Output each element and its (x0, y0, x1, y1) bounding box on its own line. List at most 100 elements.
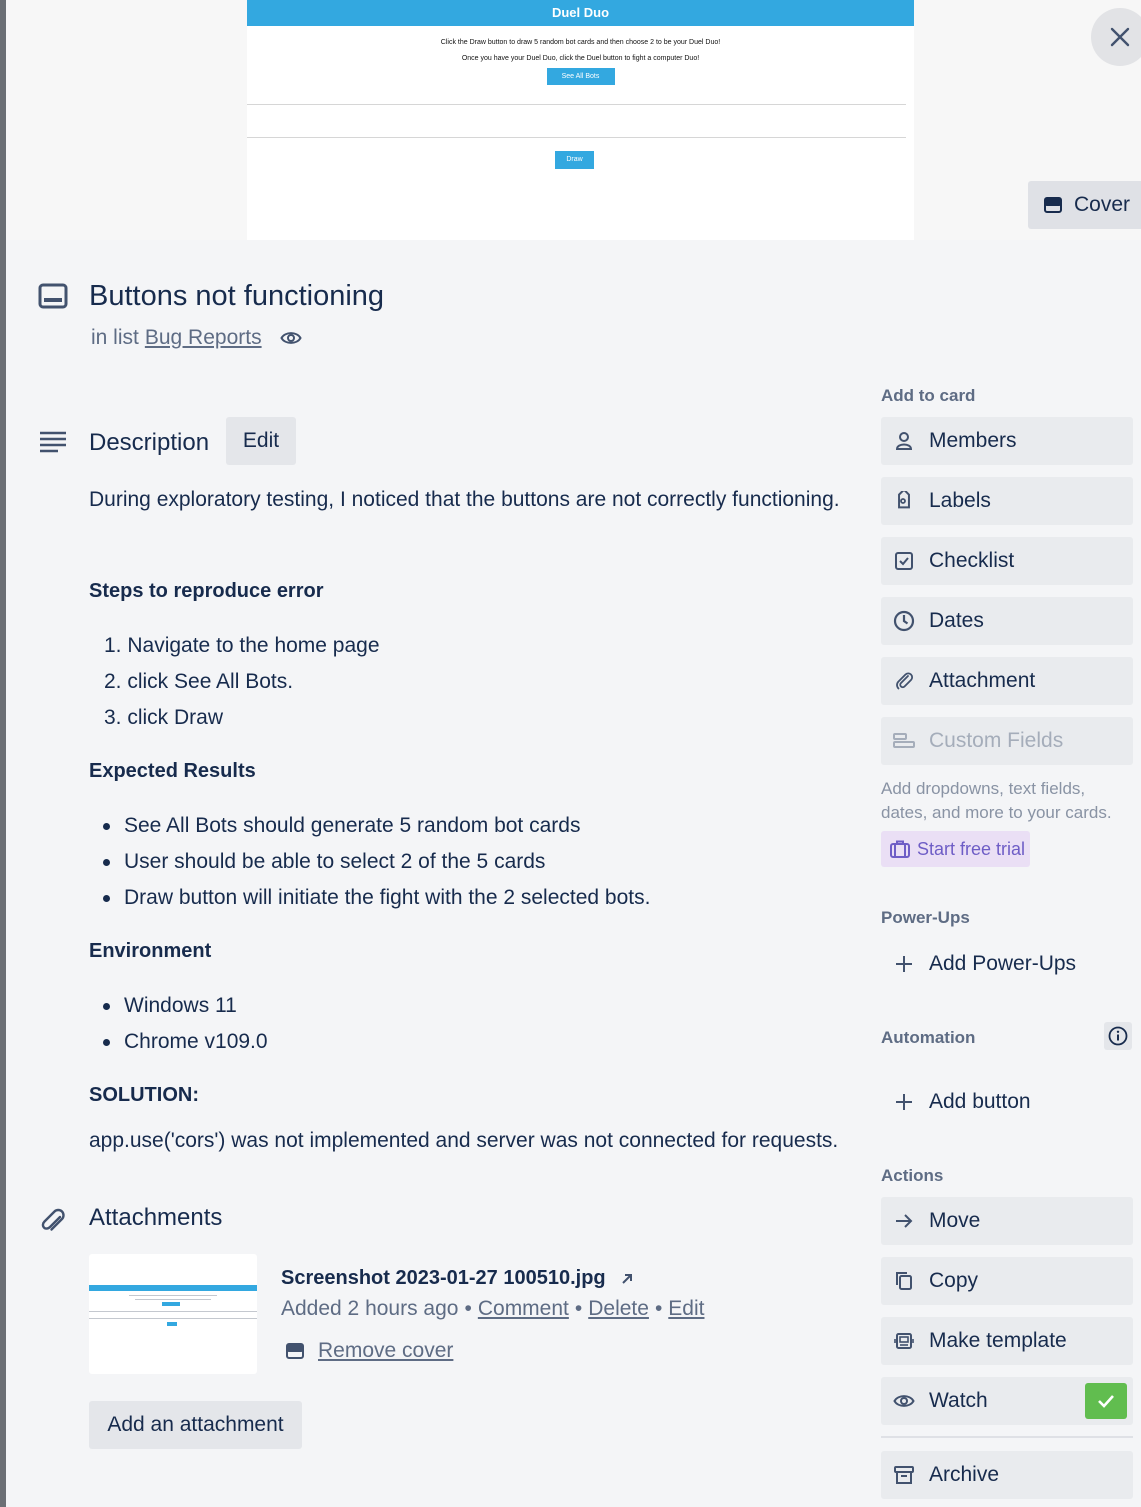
bullet (103, 859, 110, 866)
watch-button[interactable]: Watch (881, 1377, 1133, 1425)
attachment-meta: Added 2 hours ago • Comment • Delete • E… (281, 1297, 704, 1321)
add-attachment-button[interactable]: Add an attachment (89, 1401, 302, 1449)
bullet (103, 823, 110, 830)
label-tag-icon (893, 490, 915, 512)
cover-divider (247, 137, 906, 138)
separator: • (574, 1297, 583, 1320)
add-automation-button[interactable]: Add button (881, 1078, 1133, 1126)
attachment-thumbnail[interactable] (89, 1254, 257, 1374)
list-item: 2. click See All Bots. (104, 670, 294, 693)
clock-icon (893, 610, 915, 632)
labels-button[interactable]: Labels (881, 477, 1133, 525)
edit-description-button[interactable]: Edit (226, 417, 296, 465)
actions-divider (881, 1436, 1133, 1438)
solution-text: app.use('cors') was not implemented and … (89, 1129, 839, 1152)
move-label: Move (929, 1209, 981, 1232)
card-icon (38, 283, 68, 314)
add-power-ups-label: Add Power-Ups (929, 952, 1077, 975)
attachment-file[interactable]: Screenshot 2023-01-27 100510.jpg (281, 1267, 634, 1290)
cover-image[interactable]: Duel Duo Click the Draw button to draw 5… (247, 0, 914, 240)
make-template-button[interactable]: Make template (881, 1317, 1133, 1365)
cover-divider (247, 104, 906, 105)
environment-heading: Environment (89, 940, 212, 962)
thumbnail-button (167, 1322, 177, 1326)
custom-fields-button[interactable]: Custom Fields (881, 717, 1133, 765)
checkmark-icon (1085, 1383, 1127, 1419)
list-item: Draw button will initiate the fight with… (124, 886, 651, 909)
add-power-ups-button[interactable]: Add Power-Ups (881, 940, 1133, 988)
attachment-file-name[interactable]: Screenshot 2023-01-27 100510.jpg (281, 1267, 606, 1290)
labels-label: Labels (929, 489, 991, 512)
custom-fields-label: Custom Fields (929, 729, 1064, 752)
actions-heading: Actions (881, 1166, 944, 1185)
cover-instruction-2: Once you have your Duel Duo, click the D… (461, 55, 700, 62)
person-icon (893, 430, 915, 452)
in-list-prefix: in list (91, 326, 139, 349)
list-item: 3. click Draw (104, 706, 224, 729)
paperclip-icon (893, 670, 915, 692)
plus-icon (893, 953, 915, 975)
automation-heading: Automation (881, 1028, 976, 1047)
watching-eye-icon (279, 330, 302, 346)
bullet (103, 1003, 110, 1010)
card-cover: Duel Duo Click the Draw button to draw 5… (6, 0, 1141, 240)
members-label: Members (929, 429, 1017, 452)
close-button[interactable] (1091, 8, 1141, 66)
checklist-label: Checklist (929, 549, 1015, 572)
add-to-card-heading: Add to card (881, 386, 976, 405)
start-free-trial-button[interactable]: Start free trial (881, 831, 1030, 867)
bullet (103, 895, 110, 902)
description-icon (38, 430, 68, 459)
card-cover-icon (286, 1343, 304, 1359)
template-icon (893, 1330, 915, 1352)
list-item: See All Bots should generate 5 random bo… (124, 814, 581, 837)
info-icon[interactable] (1104, 1022, 1132, 1050)
delete-link[interactable]: Delete (588, 1297, 649, 1321)
start-free-trial-label: Start free trial (917, 838, 1026, 859)
checklist-button[interactable]: Checklist (881, 537, 1133, 585)
cover-draw-button: Draw (555, 151, 594, 169)
make-template-label: Make template (929, 1329, 1067, 1352)
members-button[interactable]: Members (881, 417, 1133, 465)
list-item: Chrome v109.0 (124, 1030, 268, 1053)
move-button[interactable]: Move (881, 1197, 1133, 1245)
copy-icon (893, 1270, 915, 1292)
cover-instruction-1: Click the Draw button to draw 5 random b… (440, 39, 721, 46)
bullet (103, 1039, 110, 1046)
card-cover-icon (1044, 197, 1062, 213)
attachment-label: Attachment (929, 669, 1036, 692)
attachment-added-time: Added 2 hours ago (281, 1297, 459, 1320)
solution-heading: SOLUTION: (89, 1084, 199, 1106)
expected-heading: Expected Results (89, 760, 256, 782)
custom-fields-note: Add dropdowns, text fields, dates, and m… (881, 779, 1112, 822)
arrow-right-icon (893, 1210, 915, 1232)
description-heading: Description (89, 429, 210, 456)
attachments-heading: Attachments (89, 1204, 223, 1231)
thumbnail-header (89, 1285, 257, 1291)
remove-cover-link[interactable]: Remove cover (318, 1339, 453, 1363)
cover-see-all-bots-button: See All Bots (546, 68, 615, 85)
separator: • (654, 1297, 663, 1320)
power-ups-heading: Power-Ups (881, 908, 970, 927)
eye-icon (893, 1390, 915, 1412)
dates-button[interactable]: Dates (881, 597, 1133, 645)
description-intro: During exploratory testing, I noticed th… (89, 488, 840, 511)
list-item: Windows 11 (124, 994, 237, 1017)
archive-button[interactable]: Archive (881, 1451, 1133, 1499)
list-item: User should be able to select 2 of the 5… (124, 850, 546, 873)
steps-heading: Steps to reproduce error (89, 580, 324, 602)
remove-cover[interactable]: Remove cover (286, 1339, 453, 1363)
card-title[interactable]: Buttons not functioning (89, 280, 384, 313)
briefcase-icon (889, 838, 911, 860)
archive-label: Archive (929, 1463, 1000, 1486)
comment-link[interactable]: Comment (478, 1297, 569, 1321)
copy-button[interactable]: Copy (881, 1257, 1133, 1305)
cover-button[interactable]: Cover (1028, 181, 1141, 229)
card-list-info: in list Bug Reports (91, 326, 302, 350)
thumbnail-text-line (129, 1295, 217, 1296)
thumbnail-divider (89, 1318, 257, 1319)
attachment-button[interactable]: Attachment (881, 657, 1133, 705)
edit-attachment-link[interactable]: Edit (668, 1297, 704, 1321)
watch-label: Watch (929, 1389, 988, 1412)
list-link[interactable]: Bug Reports (145, 326, 262, 350)
